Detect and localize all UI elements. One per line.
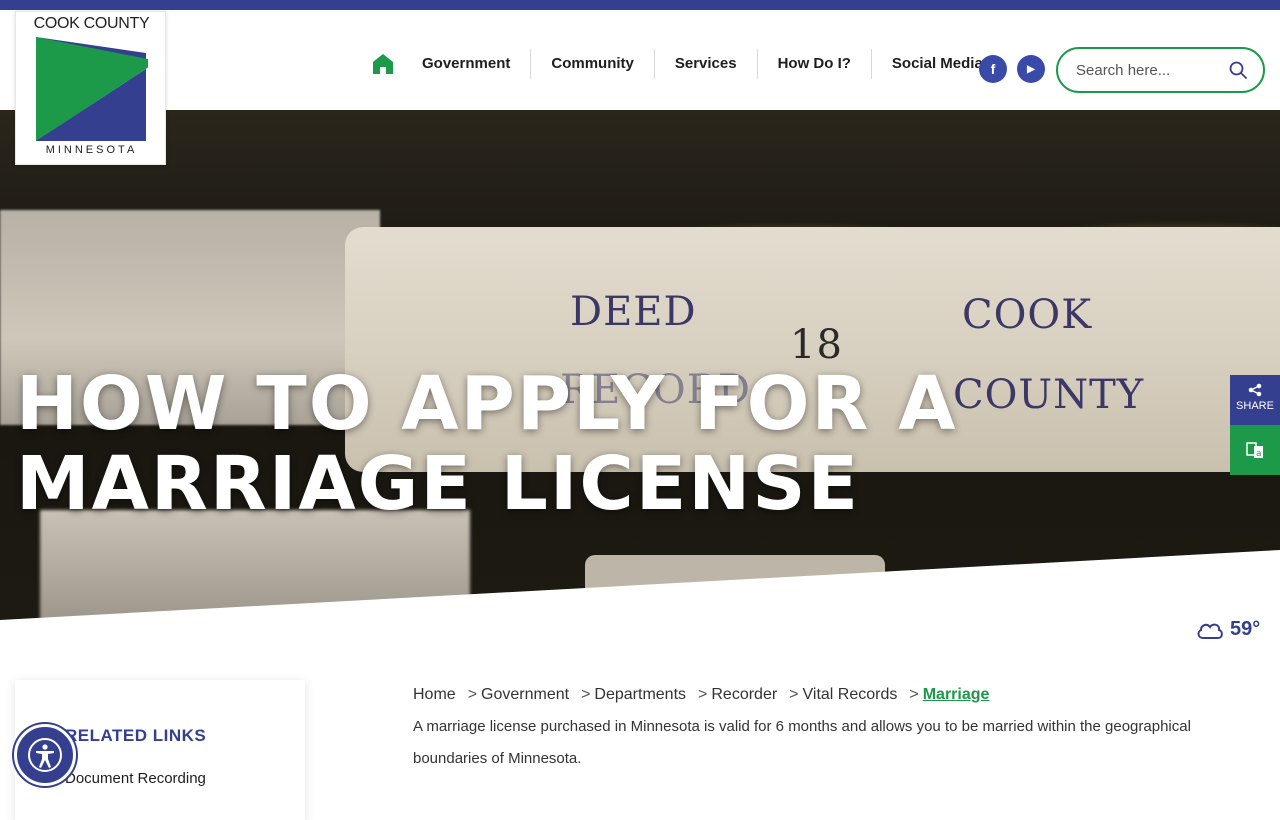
site-header: COOK COUNTY MINNESOTA Government Communi… <box>0 10 1280 165</box>
logo-top-text: COOK COUNTY <box>33 15 150 32</box>
related-links-title: RELATED LINKS <box>65 726 207 745</box>
logo-bottom-text: MINNESOTA <box>45 144 138 156</box>
nav-services[interactable]: Services <box>653 49 757 79</box>
breadcrumb: Home > Government > Departments > Record… <box>413 686 989 704</box>
intro-paragraph: A marriage license purchased in Minnesot… <box>413 718 1191 767</box>
breadcrumb-separator: > <box>789 686 799 703</box>
share-button[interactable]: SHARE <box>1230 375 1280 425</box>
home-link[interactable] <box>370 51 396 77</box>
main-nav: Government Community Services How Do I? … <box>370 48 1003 80</box>
nav-community[interactable]: Community <box>530 49 654 79</box>
search-input[interactable] <box>1076 59 1226 81</box>
search-icon[interactable] <box>1229 61 1247 84</box>
breadcrumb-home[interactable]: Home <box>413 686 456 704</box>
breadcrumb-separator: > <box>698 686 708 703</box>
side-tools: SHARE a <box>1230 375 1280 475</box>
related-link-document-recording[interactable]: Document Recording <box>65 770 206 787</box>
breadcrumb-separator: > <box>909 686 919 703</box>
breadcrumb-separator: > <box>581 686 591 703</box>
breadcrumb-marriage[interactable]: Marriage <box>923 686 990 704</box>
cloud-icon <box>1197 623 1223 639</box>
hero-diagonal-divider <box>0 550 1280 620</box>
breadcrumb-departments[interactable]: Departments <box>594 686 686 704</box>
nav-how-do-i[interactable]: How Do I? <box>756 49 871 79</box>
search-box <box>1056 47 1265 93</box>
accessibility-icon <box>28 738 62 772</box>
youtube-icon[interactable]: ▶ <box>1017 55 1045 83</box>
translate-icon: a <box>1246 442 1263 459</box>
svg-text:a: a <box>1256 449 1262 459</box>
breadcrumb-recorder[interactable]: Recorder <box>711 686 777 704</box>
breadcrumb-vital-records[interactable]: Vital Records <box>803 686 898 704</box>
accessibility-button[interactable] <box>14 724 76 786</box>
breadcrumb-government[interactable]: Government <box>481 686 569 704</box>
logo-mark-icon <box>36 37 148 141</box>
top-accent-bar <box>0 0 1280 10</box>
home-icon <box>373 54 393 74</box>
facebook-icon[interactable]: f <box>979 55 1007 83</box>
weather-temperature: 59° <box>1230 618 1261 640</box>
nav-government[interactable]: Government <box>408 49 530 79</box>
breadcrumb-separator: > <box>467 686 478 703</box>
share-icon <box>1248 383 1262 397</box>
site-logo[interactable]: COOK COUNTY MINNESOTA <box>15 11 166 165</box>
share-label: SHARE <box>1236 400 1274 412</box>
translate-button[interactable]: a <box>1230 425 1280 475</box>
weather-widget[interactable]: 59° <box>1196 618 1260 641</box>
hero-banner: DEED RECORD 18 COOK COUNTY HOW TO APPLY … <box>0 110 1280 620</box>
